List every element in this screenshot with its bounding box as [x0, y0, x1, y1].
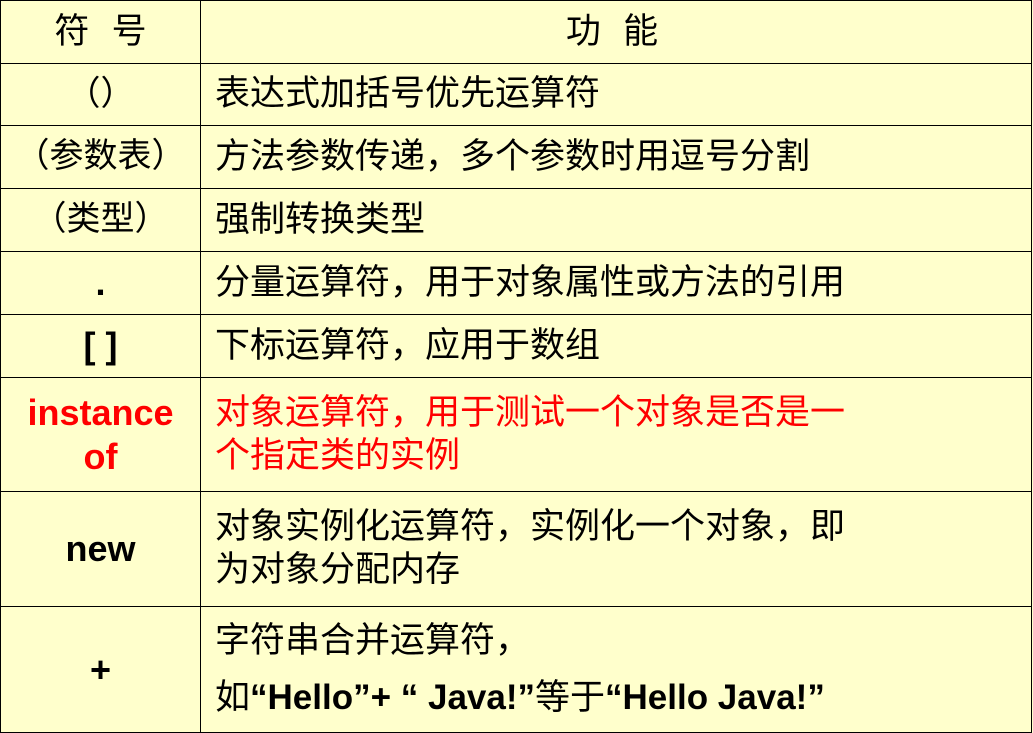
table-row: + 字符串合并运算符， 如“Hello”+ “ Java!”等于“Hello J…	[0, 606, 1032, 733]
example-quote-open: “	[605, 677, 623, 717]
example-result: Hello Java!”	[622, 677, 825, 717]
table-row: . 分量运算符，用于对象属性或方法的引用	[0, 251, 1032, 315]
function-line: 对象运算符，用于测试一个对象是否是一	[215, 392, 846, 433]
table-row: （） 表达式加括号优先运算符	[0, 63, 1032, 126]
symbol-cell: new	[0, 491, 201, 607]
example-equals: 等于	[535, 677, 606, 718]
symbol-cell: （）	[0, 63, 201, 126]
operator-table: 符 号 功 能 （） 表达式加括号优先运算符 （参数表） 方法参数传递，多个参数…	[0, 0, 1032, 733]
function-cell: 方法参数传递，多个参数时用逗号分割	[200, 125, 1032, 189]
symbol-cell: [ ]	[0, 314, 201, 378]
symbol-cell: （类型）	[0, 188, 201, 252]
table-row: new 对象实例化运算符，实例化一个对象，即 为对象分配内存	[0, 491, 1032, 607]
function-cell: 分量运算符，用于对象属性或方法的引用	[200, 251, 1032, 315]
function-line: 字符串合并运算符，	[215, 620, 531, 661]
symbol-line: instance	[27, 391, 174, 433]
table-row: （参数表） 方法参数传递，多个参数时用逗号分割	[0, 125, 1032, 189]
symbol-cell: （参数表）	[0, 125, 201, 189]
table-header-row: 符 号 功 能	[0, 0, 1032, 64]
header-symbol: 符 号	[0, 0, 201, 64]
header-function: 功 能	[200, 0, 1032, 64]
function-cell: 强制转换类型	[200, 188, 1032, 252]
function-cell: 对象实例化运算符，实例化一个对象，即 为对象分配内存	[200, 491, 1032, 607]
example-expression: Hello”+ “ Java!”	[267, 677, 535, 717]
symbol-cell: .	[0, 251, 201, 315]
symbol-cell: instance of	[0, 377, 201, 492]
function-line: 对象实例化运算符，实例化一个对象，即	[215, 507, 846, 548]
symbol-cell: +	[0, 606, 201, 733]
function-line: 为对象分配内存	[215, 550, 461, 590]
table-row: instance of 对象运算符，用于测试一个对象是否是一 个指定类的实例	[0, 377, 1032, 492]
table-row: （类型） 强制转换类型	[0, 188, 1032, 252]
function-line: 个指定类的实例	[215, 435, 461, 476]
example-quote-open: “	[250, 677, 268, 717]
table-row: [ ] 下标运算符，应用于数组	[0, 314, 1032, 378]
example-prefix: 如	[215, 677, 251, 718]
function-cell: 对象运算符，用于测试一个对象是否是一 个指定类的实例	[200, 377, 1032, 492]
function-cell: 下标运算符，应用于数组	[200, 314, 1032, 378]
function-cell: 表达式加括号优先运算符	[200, 63, 1032, 126]
plus-example-line: 如“Hello”+ “ Java!”等于“Hello Java!”	[215, 677, 1023, 720]
symbol-line: of	[83, 435, 118, 477]
function-cell: 字符串合并运算符， 如“Hello”+ “ Java!”等于“Hello Jav…	[200, 606, 1032, 733]
